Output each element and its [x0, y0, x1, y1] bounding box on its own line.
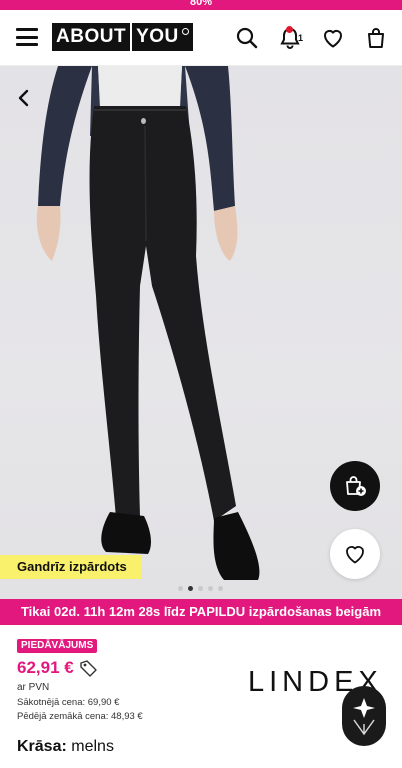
color-row: Krāsa: melns — [17, 738, 114, 756]
header-actions: 1 — [235, 26, 388, 50]
product-info: PIEDĀVĀJUMS 62,91 € ar PVN Sākotnējā cen… — [0, 625, 402, 768]
back-chevron-icon[interactable] — [12, 86, 36, 110]
original-price: Sākotnējā cena: 69,90 € — [17, 697, 120, 708]
add-to-bag-icon — [346, 476, 366, 496]
top-promo-text: 80% — [189, 0, 213, 8]
logo-about: ABOUT — [52, 23, 131, 51]
product-page: 80% ABOUT YOU 1 Gandrīz izpārdots Tikai … — [0, 0, 402, 768]
wishlist-heart-icon[interactable] — [321, 26, 345, 50]
assistant-chat-button[interactable] — [342, 686, 386, 746]
product-image-gallery[interactable]: Gandrīz izpārdots — [0, 66, 402, 599]
brand-logo[interactable]: ABOUT YOU — [52, 23, 193, 51]
top-promo-strip[interactable]: 80% — [0, 0, 402, 10]
notification-count: 1 — [298, 33, 304, 43]
gallery-dot[interactable] — [218, 586, 223, 591]
gallery-dot[interactable] — [208, 586, 213, 591]
notification-bell-icon[interactable]: 1 — [278, 26, 304, 50]
color-label: Krāsa: — [17, 738, 67, 755]
menu-icon[interactable] — [16, 28, 38, 46]
add-to-wishlist-button[interactable] — [330, 529, 380, 579]
product-price: 62,91 € — [17, 658, 74, 677]
sale-countdown-banner[interactable]: Tikai 02d. 11h 12m 28s līdz PAPILDU izpā… — [0, 599, 402, 625]
gallery-dot-active[interactable] — [188, 586, 193, 591]
vat-note: ar PVN — [17, 682, 50, 693]
search-icon[interactable] — [235, 26, 259, 50]
color-value: melns — [71, 738, 114, 755]
gallery-dot[interactable] — [198, 586, 203, 591]
gallery-dot[interactable] — [178, 586, 183, 591]
shopping-bag-icon[interactable] — [364, 26, 388, 50]
price-tag-info-icon[interactable] — [79, 659, 99, 677]
almost-sold-out-badge: Gandrīz izpārdots — [0, 555, 141, 579]
notification-dot — [286, 26, 293, 33]
assistant-sparkle-icon — [353, 698, 375, 736]
header: ABOUT YOU 1 — [0, 10, 402, 66]
gallery-pagination[interactable] — [178, 586, 223, 591]
heart-icon — [346, 546, 364, 564]
sale-countdown-text: Tikai 02d. 11h 12m 28s līdz PAPILDU izpā… — [20, 604, 382, 619]
product-photo — [36, 66, 260, 580]
lowest-price: Pēdējā zemākā cena: 48,93 € — [17, 711, 143, 722]
offer-badge: PIEDĀVĀJUMS — [17, 639, 98, 653]
logo-you: YOU — [132, 23, 193, 51]
add-to-bag-button[interactable] — [330, 461, 380, 511]
